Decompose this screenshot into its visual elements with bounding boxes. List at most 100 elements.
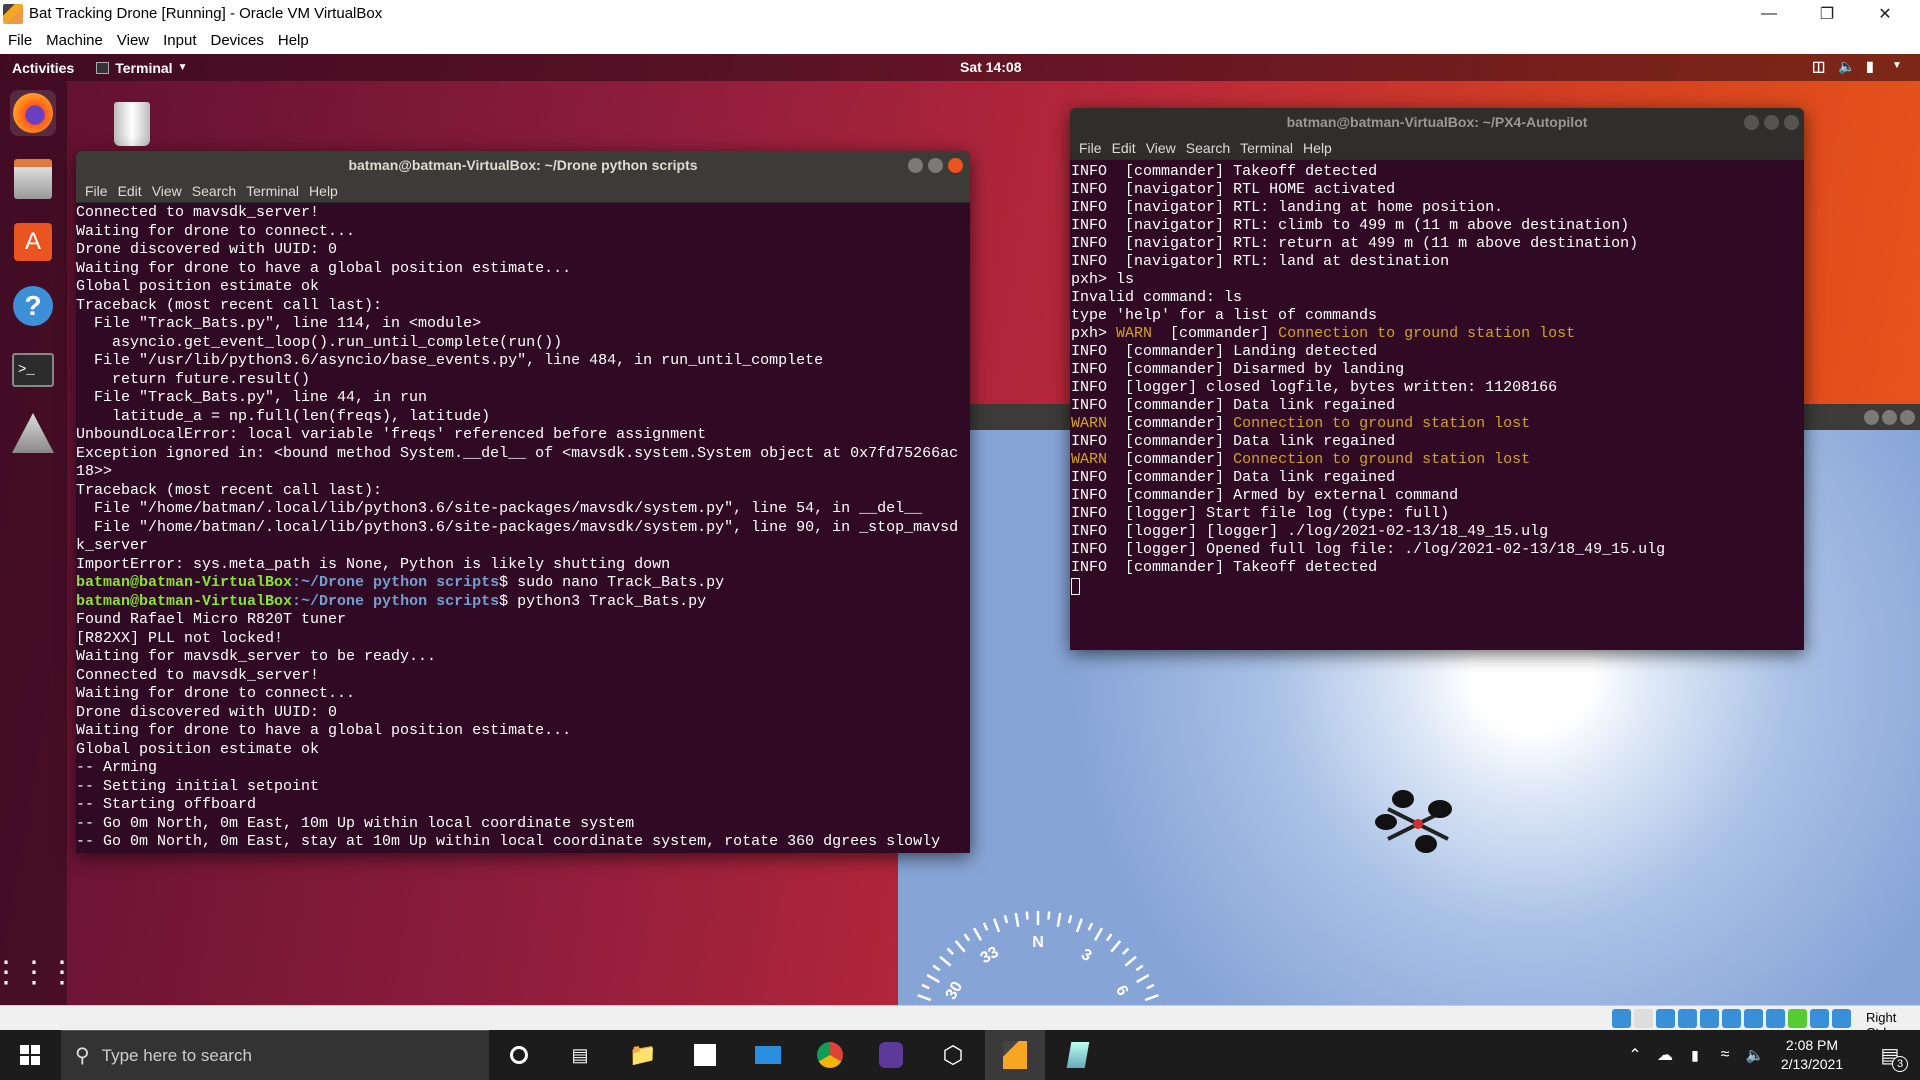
mouse-integration-icon[interactable]	[1810, 1009, 1829, 1028]
activities-button[interactable]: Activities	[12, 60, 74, 76]
notes-app-icon[interactable]	[1048, 1030, 1108, 1080]
firefox-icon[interactable]	[10, 90, 56, 136]
volume-icon[interactable]: 🔈	[1740, 1030, 1770, 1080]
file-explorer-icon[interactable]: 📁	[613, 1030, 673, 1080]
terminal-window-drone-scripts[interactable]: batman@batman-VirtualBox: ~/Drone python…	[76, 151, 970, 853]
log-tag: [commander]	[1125, 397, 1225, 414]
terminal-maximize-button[interactable]	[928, 158, 943, 173]
shared-folders-icon[interactable]	[1722, 1009, 1741, 1028]
keyboard-icon[interactable]	[1832, 1009, 1851, 1028]
log-level: INFO	[1071, 253, 1108, 270]
terminal-minimize-button[interactable]	[908, 158, 923, 173]
terminal-menu-edit[interactable]: Edit	[118, 183, 142, 199]
taskbar-clock[interactable]: 2:08 PM 2/13/2021	[1772, 1036, 1852, 1074]
display-icon[interactable]	[1744, 1009, 1763, 1028]
network-icon[interactable]: ◫	[1812, 58, 1825, 75]
terminal-small-icon	[96, 61, 110, 74]
taskbar-search-box[interactable]: ⚲ Type here to search	[61, 1030, 489, 1080]
log-tag: [logger]	[1125, 523, 1198, 540]
terminal-menu-view[interactable]: View	[1146, 140, 1176, 156]
terminal-output[interactable]: INFO [commander] Takeoff detected INFO [n…	[1070, 160, 1804, 595]
show-applications-icon[interactable]: ⋮⋮⋮	[0, 949, 77, 995]
trash-icon[interactable]	[114, 102, 150, 146]
recording-icon[interactable]	[1766, 1009, 1785, 1028]
log-line: pxh> WARN [commander] Connection to grou…	[1071, 325, 1804, 343]
audio-icon[interactable]	[1656, 1009, 1675, 1028]
gazebo-maximize-button[interactable]	[1882, 410, 1897, 425]
terminal-menu-terminal[interactable]: Terminal	[246, 183, 299, 199]
vm-running-icon[interactable]	[985, 1030, 1045, 1080]
terminal-menu-help[interactable]: Help	[1303, 140, 1332, 156]
cpu-icon[interactable]	[1788, 1009, 1807, 1028]
ubuntu-desktop: Activities Terminal ▼ Sat 14:08 ◫ 🔈 ▮ ▼ …	[0, 54, 1920, 1005]
virtualbox-icon[interactable]: ⬡	[923, 1030, 983, 1080]
qgroundcontrol-icon[interactable]	[861, 1030, 921, 1080]
chevron-down-icon: ▼	[177, 62, 188, 73]
bat-app-icon[interactable]	[10, 410, 56, 456]
menu-input[interactable]: Input	[163, 32, 196, 49]
battery-icon[interactable]: ▮	[1680, 1030, 1710, 1080]
wifi-icon[interactable]: ≈	[1710, 1030, 1740, 1080]
notification-center-icon[interactable]: ▤ 3	[1860, 1030, 1920, 1080]
mail-icon[interactable]	[738, 1030, 798, 1080]
terminal-menu-view[interactable]: View	[152, 183, 182, 199]
terminal-menu-file[interactable]: File	[1079, 140, 1102, 156]
menu-view[interactable]: View	[117, 32, 149, 49]
close-button[interactable]: ✕	[1862, 0, 1908, 27]
optical-drive-icon[interactable]	[1634, 1009, 1653, 1028]
chrome-icon[interactable]	[800, 1030, 860, 1080]
terminal-app-menu[interactable]: Terminal ▼	[96, 60, 187, 76]
hard-disk-icon[interactable]	[1612, 1009, 1631, 1028]
usb-icon[interactable]	[1700, 1009, 1719, 1028]
terminal-menu-terminal[interactable]: Terminal	[1240, 140, 1293, 156]
cortana-icon[interactable]	[489, 1030, 549, 1080]
network-icon[interactable]	[1678, 1009, 1697, 1028]
onedrive-cloud-icon[interactable]: ☁	[1650, 1030, 1680, 1080]
terminal-window-px4[interactable]: batman@batman-VirtualBox: ~/PX4-Autopilo…	[1070, 108, 1804, 650]
log-message: Landing detected	[1233, 343, 1378, 360]
minimize-button[interactable]: —	[1746, 0, 1792, 27]
menu-file[interactable]: File	[8, 32, 32, 49]
terminal-line: UnboundLocalError: local variable 'freqs…	[76, 426, 970, 445]
terminal-close-button[interactable]	[948, 158, 963, 173]
help-icon[interactable]: ?	[10, 283, 56, 329]
microsoft-store-icon[interactable]	[675, 1030, 735, 1080]
restore-button[interactable]: ❐	[1804, 0, 1850, 27]
task-view-icon[interactable]: ▤	[550, 1030, 610, 1080]
log-message: RTL: climb to 499 m (11 m above destinat…	[1233, 217, 1630, 234]
menu-machine[interactable]: Machine	[46, 32, 103, 49]
windows-start-icon[interactable]	[0, 1030, 60, 1080]
gazebo-minimize-button[interactable]	[1864, 410, 1879, 425]
terminal-maximize-button[interactable]	[1764, 115, 1779, 130]
terminal-close-button[interactable]	[1784, 115, 1799, 130]
terminal-titlebar: batman@batman-VirtualBox: ~/PX4-Autopilo…	[1070, 108, 1804, 136]
system-menu-chevron-icon[interactable]: ▼	[1892, 60, 1902, 71]
terminal-minimize-button[interactable]	[1744, 115, 1759, 130]
compass-tick	[1124, 955, 1137, 967]
volume-icon[interactable]: 🔈	[1838, 58, 1855, 75]
menu-help[interactable]: Help	[278, 32, 309, 49]
terminal-line: batman@batman-VirtualBox:~/Drone python …	[76, 574, 970, 593]
terminal-menu-search[interactable]: Search	[1186, 140, 1230, 156]
terminal-menu-search[interactable]: Search	[192, 183, 236, 199]
terminal-menu-file[interactable]: File	[85, 183, 108, 199]
log-level: INFO	[1071, 469, 1108, 486]
battery-icon[interactable]: ▮	[1866, 58, 1874, 75]
output-text: Connected to mavsdk_server!	[76, 204, 320, 221]
log-tag: [commander]	[1125, 487, 1225, 504]
menu-devices[interactable]: Devices	[211, 32, 264, 49]
terminal-output[interactable]: Connected to mavsdk_server! Waiting for d…	[76, 203, 970, 853]
compass-tick	[1014, 912, 1020, 927]
show-hidden-icons-chevron[interactable]: ⌃	[1620, 1030, 1650, 1080]
files-icon[interactable]	[10, 156, 56, 202]
terminal-menu-edit[interactable]: Edit	[1112, 140, 1136, 156]
output-text: [R82XX] PLL not locked!	[76, 629, 284, 647]
log-message: Opened full log file: ./log/2021-02-13/1…	[1206, 541, 1666, 558]
terminal-menu-help[interactable]: Help	[309, 183, 338, 199]
gazebo-close-button[interactable]	[1900, 410, 1915, 425]
terminal-icon[interactable]: >_	[10, 347, 56, 393]
software-center-icon[interactable]: A	[10, 219, 56, 265]
compass-label: 6	[1112, 983, 1131, 999]
compass-tick	[1075, 918, 1083, 933]
clock[interactable]: Sat 14:08	[960, 59, 1021, 75]
